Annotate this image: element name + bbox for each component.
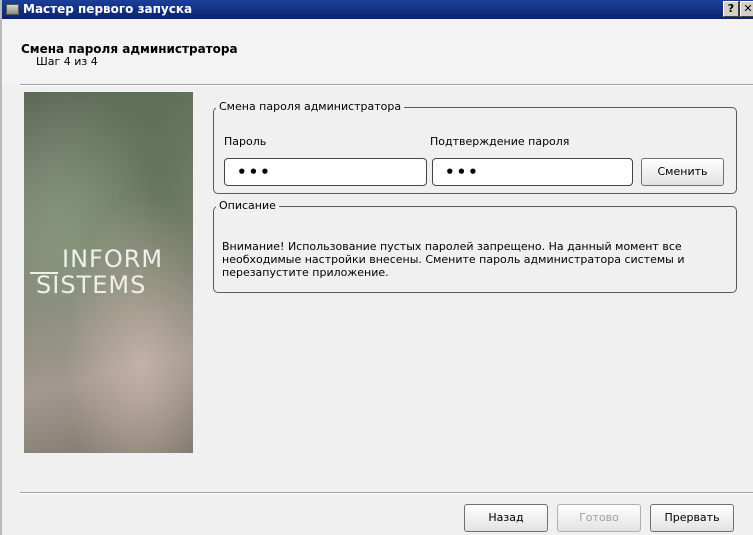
header-divider	[20, 84, 753, 86]
wizard-header: Смена пароля администратора Шаг 4 из 4	[2, 19, 753, 85]
app-icon	[6, 4, 19, 15]
back-button[interactable]: Назад	[464, 504, 548, 532]
description-groupbox: Описание Внимание! Использование пустых …	[213, 199, 737, 293]
confirm-password-input[interactable]: •••	[432, 158, 633, 186]
password-groupbox: Смена пароля администратора Пароль Подтв…	[213, 100, 737, 194]
confirm-password-label: Подтверждение пароля	[430, 135, 570, 148]
password-input[interactable]: •••	[224, 158, 427, 186]
close-button[interactable]: ✕	[740, 1, 753, 17]
brand-logo-line2: SISTEMS	[36, 271, 147, 299]
description-text: Внимание! Использование пустых паролей з…	[222, 240, 685, 279]
window-title: Мастер первого запуска	[23, 2, 193, 16]
wizard-window: Мастер первого запуска ? ✕ Смена пароля …	[0, 0, 753, 535]
step-indicator: Шаг 4 из 4	[36, 55, 98, 68]
brand-banner: INFORM SISTEMS	[24, 92, 193, 453]
help-button[interactable]: ?	[723, 1, 739, 17]
footer-divider	[20, 492, 753, 494]
change-password-button[interactable]: Сменить	[641, 158, 724, 186]
page-title: Смена пароля администратора	[21, 42, 238, 56]
cancel-button[interactable]: Прервать	[650, 504, 734, 532]
brand-logo-line1: INFORM	[62, 245, 164, 273]
description-group-caption: Описание	[216, 199, 279, 212]
finish-button[interactable]: Готово	[557, 504, 641, 532]
password-label: Пароль	[224, 135, 267, 148]
password-group-caption: Смена пароля администратора	[216, 100, 405, 113]
title-bar[interactable]: Мастер первого запуска ? ✕	[2, 0, 753, 19]
